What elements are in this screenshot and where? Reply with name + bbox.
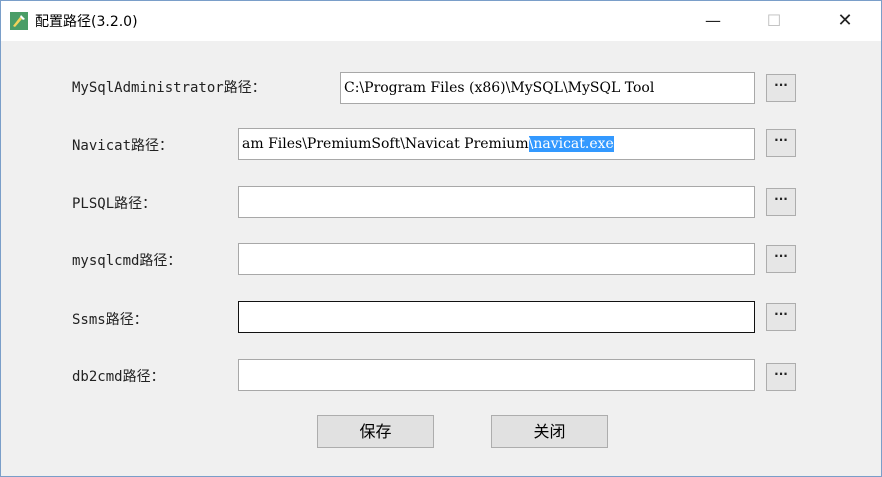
navicat-path-selection: \navicat.exe xyxy=(528,136,614,152)
plsql-browse-button[interactable]: ··· xyxy=(766,188,796,216)
navicat-path-label: Navicat路径： xyxy=(72,138,174,154)
mysqladmin-path-input[interactable]: C:\Program Files (x86)\MySQL\MySQL Tool xyxy=(340,72,755,104)
navicat-browse-button[interactable]: ··· xyxy=(766,129,796,157)
ssms-path-input[interactable] xyxy=(238,301,755,333)
window-title: 配置路径(3.2.0) xyxy=(35,14,138,30)
plsql-path-input[interactable] xyxy=(238,186,755,218)
db2cmd-path-label: db2cmd路径： xyxy=(72,369,165,385)
app-icon xyxy=(10,12,28,30)
close-button[interactable]: 关闭 xyxy=(491,415,608,448)
navicat-path-input[interactable]: am Files\PremiumSoft\Navicat Premium\nav… xyxy=(238,128,755,160)
db2cmd-browse-button[interactable]: ··· xyxy=(766,363,796,391)
db2cmd-path-input[interactable] xyxy=(238,359,755,391)
mysqlcmd-path-input[interactable] xyxy=(238,243,755,275)
maximize-button[interactable]: ☐ xyxy=(751,1,797,41)
mysqlcmd-path-label: mysqlcmd路径： xyxy=(72,253,182,269)
mysqladmin-path-label: MySqlAdministrator路径： xyxy=(72,80,266,96)
navicat-path-text: am Files\PremiumSoft\Navicat Premium xyxy=(242,136,529,152)
plsql-path-label: PLSQL路径： xyxy=(72,196,157,212)
config-window: 配置路径(3.2.0) — ☐ ✕ MySqlAdministrator路径： … xyxy=(0,0,882,477)
title-bar[interactable]: 配置路径(3.2.0) — ☐ ✕ xyxy=(1,1,881,41)
minimize-button[interactable]: — xyxy=(690,1,736,41)
close-window-button[interactable]: ✕ xyxy=(822,1,868,41)
mysqladmin-browse-button[interactable]: ··· xyxy=(766,74,796,102)
save-button[interactable]: 保存 xyxy=(317,415,434,448)
ssms-path-label: Ssms路径： xyxy=(72,312,148,328)
ssms-browse-button[interactable]: ··· xyxy=(766,303,796,331)
mysqlcmd-browse-button[interactable]: ··· xyxy=(766,245,796,273)
